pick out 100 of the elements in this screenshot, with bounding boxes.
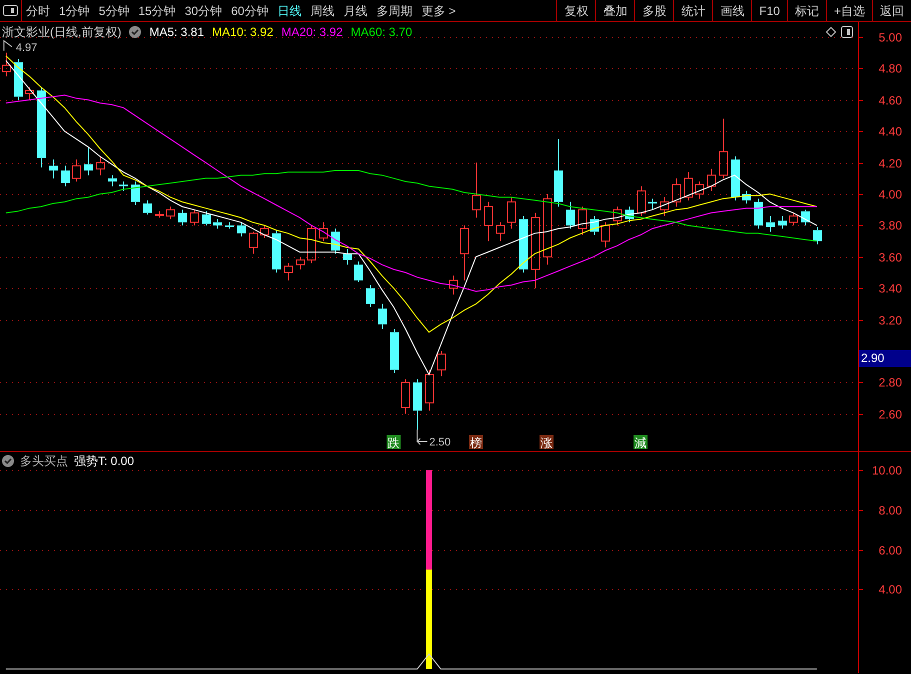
toolbar-button[interactable]: 复权 [556, 0, 596, 21]
candlestick [354, 261, 363, 282]
candlestick [695, 180, 704, 200]
axis-label: 4.40 [878, 124, 902, 138]
diamond-icon[interactable] [826, 27, 836, 37]
candlestick [684, 172, 693, 201]
candlestick [143, 200, 152, 215]
toolbar-button[interactable]: 叠加 [595, 0, 634, 21]
panel-toggle-icon[interactable] [841, 26, 853, 38]
axis-label: 4.20 [878, 156, 902, 170]
toolbar-button[interactable]: 标记 [786, 0, 826, 21]
candlestick [131, 180, 140, 206]
candlestick [331, 228, 340, 254]
candlestick [84, 146, 93, 176]
candlestick [543, 194, 552, 266]
candlestick [719, 118, 728, 179]
toolbar-button[interactable]: 多股 [634, 0, 674, 21]
candlestick [801, 209, 810, 226]
toolbar-button[interactable]: F10 [751, 0, 787, 21]
check-circle-icon[interactable] [2, 455, 14, 467]
candlestick [590, 216, 599, 236]
candlestick [25, 86, 34, 100]
indicator-reading: 强势T: 0.00 [74, 453, 134, 470]
candlestick [272, 230, 281, 274]
period-tab[interactable]: 5分钟 [98, 2, 130, 20]
axis-label: 10.00 [872, 464, 902, 478]
candlestick [14, 58, 23, 100]
candlestick [202, 210, 211, 226]
candlestick [637, 186, 646, 217]
candlestick [766, 216, 775, 232]
candlestick [519, 216, 528, 274]
candlestick [437, 350, 446, 377]
candlestick [554, 138, 563, 208]
period-tab[interactable]: 1分钟 [59, 2, 90, 20]
check-circle-icon[interactable] [129, 26, 142, 38]
toolbar-button[interactable]: 返回 [872, 0, 911, 21]
period-tab[interactable]: 多周期 [376, 2, 412, 20]
candlestick [648, 198, 657, 210]
axis-label: 3.40 [878, 282, 902, 296]
candlestick [813, 226, 822, 245]
candlestick [789, 212, 798, 226]
axis-label: 5.00 [878, 30, 902, 44]
candlestick [484, 201, 493, 242]
candlestick [319, 222, 328, 242]
axis-label: 2.60 [878, 408, 902, 422]
toolbar-button[interactable]: 画线 [712, 0, 752, 21]
candlestick [237, 222, 246, 237]
axis-label: 3.20 [878, 314, 902, 328]
candlestick [343, 248, 352, 266]
candlestick [260, 224, 269, 238]
candlestick [378, 303, 387, 330]
period-tab[interactable]: 日线 [277, 2, 302, 20]
axis-label: 6.00 [878, 544, 902, 558]
legend-value: MA10: 3.92 [212, 24, 274, 41]
low-marker [416, 429, 428, 445]
chart-title: 浙文影业(日线,前复权) [2, 24, 122, 41]
candlestick [225, 222, 234, 230]
candlestick [249, 231, 258, 254]
period-tab[interactable]: 30分钟 [184, 2, 222, 20]
candlestick [284, 262, 293, 281]
period-tab[interactable]: 更多 > [421, 2, 456, 20]
candlestick [449, 275, 458, 295]
axis-label: 3.80 [878, 218, 902, 232]
candlestick [108, 174, 117, 187]
axis-label: 3.60 [878, 250, 902, 264]
candlestick [413, 378, 422, 430]
legend-value: MA60: 3.70 [350, 24, 412, 41]
candlestick [496, 222, 505, 242]
candlestick [190, 209, 199, 226]
candlestick [307, 224, 316, 264]
candlestick [119, 180, 128, 192]
candlestick [61, 165, 70, 187]
period-tab[interactable]: 周线 [310, 2, 334, 20]
axis-label: 8.00 [878, 504, 902, 518]
price-label: 4.97 [16, 42, 38, 54]
candlestick [613, 206, 622, 226]
candlestick [2, 52, 11, 77]
axis-label: 4.80 [878, 62, 902, 76]
candlestick [672, 178, 681, 208]
candlestick [401, 378, 410, 414]
candlestick [707, 168, 716, 192]
legend-value: MA5: 3.81 [149, 24, 204, 41]
period-tab[interactable]: 分时 [26, 2, 50, 20]
candlestick [460, 224, 469, 281]
period-tab[interactable]: 月线 [343, 2, 368, 20]
signal-label: 跌 [388, 436, 400, 450]
panel-toggle-icon[interactable] [3, 5, 18, 16]
axis-label: 2.80 [878, 376, 902, 390]
axis-label: 4.60 [878, 94, 902, 108]
candlestick [507, 196, 516, 230]
candlestick [166, 206, 175, 220]
period-tab[interactable]: 15分钟 [138, 2, 176, 20]
toolbar-button[interactable]: +自选 [826, 0, 872, 21]
high-marker [3, 40, 12, 52]
toolbar-button[interactable]: 统计 [673, 0, 712, 21]
candlestick [601, 222, 610, 248]
candlestick [49, 159, 58, 179]
candlestick [660, 196, 669, 217]
legend-value: MA20: 3.92 [281, 24, 343, 41]
period-tab[interactable]: 60分钟 [231, 2, 268, 20]
